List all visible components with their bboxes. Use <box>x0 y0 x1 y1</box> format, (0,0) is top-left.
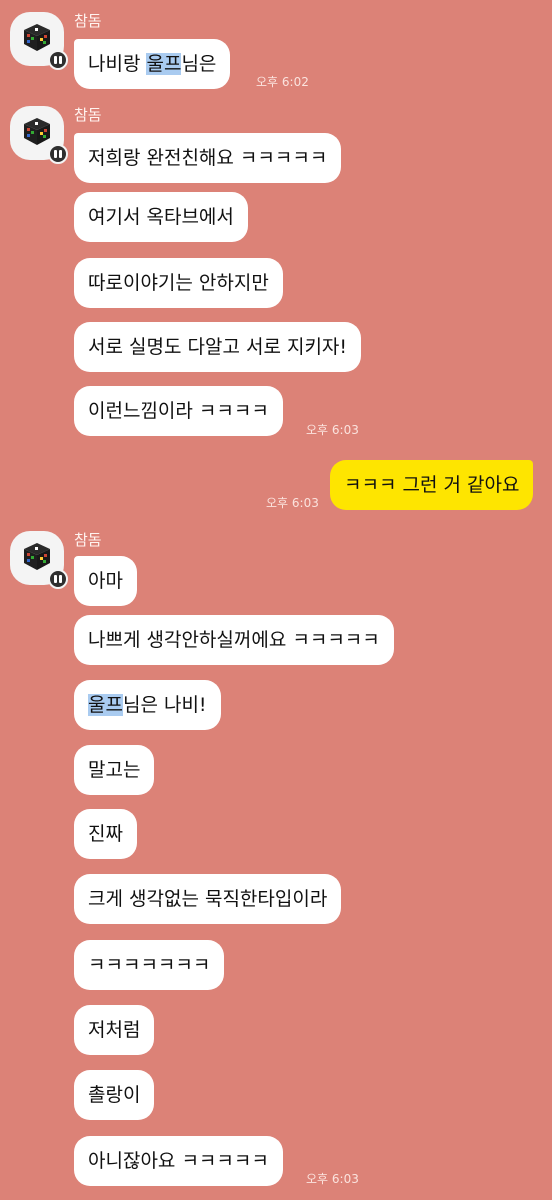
message-timestamp: 오후 6:02 <box>256 75 309 89</box>
message-bubble[interactable]: 아니잖아요 ㅋㅋㅋㅋㅋ <box>74 1136 283 1186</box>
message-text: 나쁘게 생각안하실꺼에요 ㅋㅋㅋㅋㅋ <box>88 629 380 651</box>
message-bubble[interactable]: 아마 <box>74 556 137 606</box>
message-bubble[interactable]: 진짜 <box>74 809 137 859</box>
message-bubble[interactable]: 울프님은 나비! <box>74 680 221 730</box>
message-text: 저희랑 완전친해요 ㅋㅋㅋㅋㅋ <box>88 147 328 169</box>
message-bubble[interactable]: 크게 생각없는 묵직한타입이라 <box>74 874 342 924</box>
profile-avatar[interactable] <box>10 106 68 164</box>
message-text: 아마 <box>88 570 123 592</box>
sender-name: 참돔 <box>74 531 102 549</box>
message-bubble[interactable]: 저희랑 완전친해요 ㅋㅋㅋㅋㅋ <box>74 133 342 183</box>
rubiks-cube-icon <box>24 543 50 570</box>
message-text: 님은 나비! <box>122 694 207 716</box>
sender-name: 참돔 <box>74 106 102 124</box>
chat-bubble-icon <box>48 569 68 589</box>
chat-bubble-icon <box>48 144 68 164</box>
rubiks-cube-icon <box>24 24 50 51</box>
message-text: 아니잖아요 ㅋㅋㅋㅋㅋ <box>88 1150 269 1172</box>
message-bubble[interactable]: ㅋㅋㅋㅋㅋㅋㅋ <box>74 940 225 990</box>
message-text: 이런느낌이라 ㅋㅋㅋㅋ <box>88 400 269 422</box>
message-bubble[interactable]: 말고는 <box>74 745 155 795</box>
message-text: 저처럼 <box>88 1019 141 1041</box>
message-bubble[interactable]: 여기서 옥타브에서 <box>74 192 248 242</box>
mention-highlight[interactable]: 울프 <box>88 694 123 716</box>
message-text: 진짜 <box>88 823 123 845</box>
profile-avatar[interactable] <box>10 531 68 589</box>
message-text: 말고는 <box>88 759 141 781</box>
mention-highlight[interactable]: 울프 <box>146 53 182 75</box>
message-bubble[interactable]: 저처럼 <box>74 1005 155 1055</box>
rubiks-cube-icon <box>24 118 50 145</box>
message-text: 따로이야기는 안하지만 <box>88 272 269 294</box>
message-text: 크게 생각없는 묵직한타입이라 <box>88 888 328 910</box>
message-bubble[interactable]: 따로이야기는 안하지만 <box>74 258 283 308</box>
message-text: 촐랑이 <box>88 1084 141 1106</box>
message-text: 서로 실명도 다알고 서로 지키자! <box>88 336 348 358</box>
message-text: 나비랑 <box>88 53 147 75</box>
message-timestamp: 오후 6:03 <box>306 423 359 437</box>
chat-bubble-icon <box>48 50 68 70</box>
profile-avatar[interactable] <box>10 12 68 70</box>
message-text: 여기서 옥타브에서 <box>88 206 234 228</box>
message-text: 님은 <box>181 53 217 75</box>
message-bubble[interactable]: 이런느낌이라 ㅋㅋㅋㅋ <box>74 386 283 436</box>
message-text: ㅋㅋㅋ 그런 거 같아요 <box>344 474 520 496</box>
my-message-bubble[interactable]: ㅋㅋㅋ 그런 거 같아요 <box>330 460 534 510</box>
message-timestamp: 오후 6:03 <box>306 1172 359 1186</box>
message-text: ㅋㅋㅋㅋㅋㅋㅋ <box>88 954 211 976</box>
message-bubble[interactable]: 촐랑이 <box>74 1070 155 1120</box>
message-timestamp: 오후 6:03 <box>266 496 319 510</box>
sender-name: 참돔 <box>74 12 102 30</box>
message-bubble[interactable]: 나쁘게 생각안하실꺼에요 ㅋㅋㅋㅋㅋ <box>74 615 394 665</box>
message-bubble[interactable]: 서로 실명도 다알고 서로 지키자! <box>74 322 362 372</box>
message-bubble[interactable]: 나비랑 울프님은 <box>74 39 231 89</box>
